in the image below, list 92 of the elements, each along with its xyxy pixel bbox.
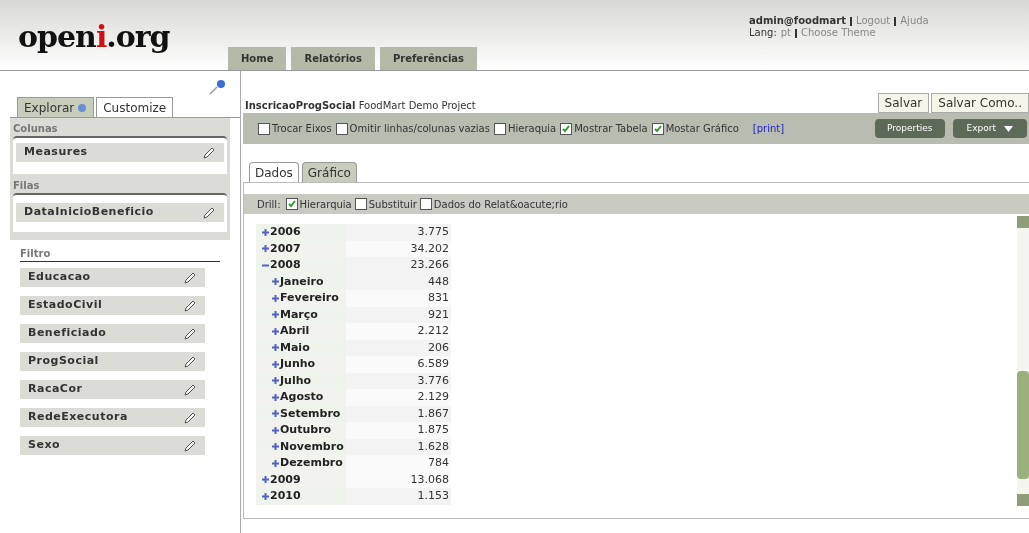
option-label: Hieraquia [507,122,557,136]
dimension-item[interactable]: RedeExecutora [20,408,205,427]
scrollbar[interactable] [1017,216,1029,506]
nav-tab[interactable]: Home [228,47,287,70]
pencil-icon[interactable] [183,410,197,425]
section-title: Filas [13,179,41,193]
view-tab[interactable]: Dados [249,162,299,182]
row-header[interactable]: Dezembro [256,455,346,472]
plus-icon [262,245,269,253]
plus-icon [272,294,279,302]
table-cell: 1.875 [346,422,451,439]
table-cell: 784 [346,455,451,472]
pencil-icon[interactable] [183,270,197,285]
option-label: Omitir linhas/colunas vazias [349,122,490,136]
table-cell: 2.212 [346,323,451,340]
checkbox[interactable] [354,198,367,210]
pencil-icon[interactable] [183,382,197,397]
dimension-item[interactable]: Sexo [20,436,205,455]
print-link[interactable]: [print] [752,121,785,136]
dimension-item[interactable]: Measures [16,143,224,162]
plus-icon [272,360,279,368]
section-title: Colunas [13,122,59,136]
checkbox[interactable] [258,122,270,135]
checkbox[interactable] [285,198,298,210]
dimension-item[interactable]: ProgSocial [20,352,205,371]
plus-icon [272,327,279,335]
plus-icon [272,443,279,451]
row-header[interactable]: Outubro [256,422,346,439]
caret-icon [1004,125,1013,132]
properties-button[interactable]: Properties [875,119,945,138]
dimension-item[interactable]: RacaCor [20,380,205,399]
dimension-item[interactable]: Beneficiado [20,324,205,343]
option-label: Dados do Relat&oacute;rio [433,197,568,212]
checkbox[interactable] [651,122,664,135]
plus-icon [262,492,269,500]
table-cell: 3.775 [346,224,451,241]
option-label: Trocar Eixos [272,122,332,136]
plus-icon [262,228,269,236]
pencil-icon[interactable] [202,205,216,220]
option-label: Substituir [368,197,417,212]
pencil-icon[interactable] [183,354,197,369]
plus-icon [272,459,279,467]
row-header[interactable]: Junho [256,356,346,373]
logo[interactable]: openi.org [0,0,228,59]
pencil-icon[interactable] [183,438,197,453]
option-label: Hierarquia [299,197,352,212]
nav-tab[interactable]: Preferências [379,47,478,70]
checkbox[interactable] [335,122,348,135]
option-label: Mostar Gráfico [665,122,739,136]
pencil-icon[interactable] [202,145,216,160]
row-header[interactable]: Agosto [256,389,346,406]
project-name: FoodMart Demo Project [358,100,476,111]
report-name: InscricaoProgSocial [245,100,356,111]
plus-icon [272,410,279,418]
section-title: Filtro [20,246,220,262]
side-tab[interactable]: Customize [96,97,174,117]
save-button[interactable]: Salvar [877,93,930,113]
user-name: admin@foodmart [749,15,846,27]
plus-icon [272,377,279,385]
pencil-icon[interactable] [183,298,197,313]
pencil-icon[interactable] [183,326,197,341]
checkbox[interactable] [560,122,573,135]
plus-icon [272,278,279,286]
row-header[interactable]: Abril [256,323,346,340]
dimension-item[interactable]: EstadoCivil [20,296,205,315]
checkbox[interactable] [419,198,432,210]
plus-icon [272,393,279,401]
dimension-item[interactable]: Educacao [20,268,205,287]
option-label: Mostrar Tabela [574,122,648,136]
plus-icon [272,344,279,352]
row-header[interactable]: 2010 [256,488,346,505]
side-tab[interactable]: Explorar [17,97,95,117]
pin-icon[interactable] [208,79,228,95]
table-cell: 831 [346,290,451,307]
row-header[interactable]: Fevereiro [256,290,346,307]
plus-icon [272,311,279,319]
table-cell: 6.589 [346,356,451,373]
table-cell: 2.129 [346,389,451,406]
table-cell: 1.153 [346,488,451,505]
view-tab[interactable]: Gráfico [301,162,357,182]
plus-icon [272,426,279,434]
nav-tab[interactable]: Relatórios [291,47,375,70]
drill-label: Drill: [257,197,281,212]
row-header[interactable]: 2008 [256,257,346,274]
plus-icon [262,476,269,484]
dimension-item[interactable]: DataInicioBeneficio [16,203,224,222]
save-as-button[interactable]: Salvar Como.. [931,93,1029,113]
row-header[interactable]: 2006 [256,224,346,241]
table-cell: 23.266 [346,257,451,274]
export-button[interactable]: Export [952,119,1027,138]
checkbox[interactable] [493,122,506,135]
lang-label: Lang: [749,27,777,39]
